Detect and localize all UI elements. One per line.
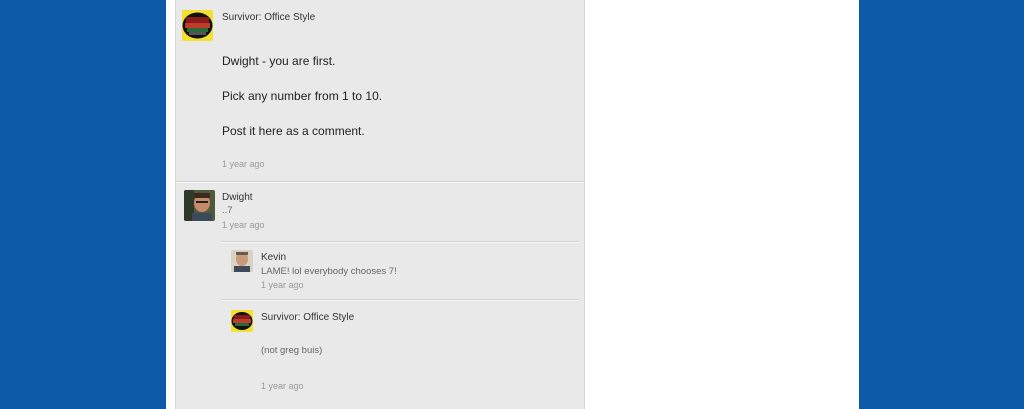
survivor-logo-avatar[interactable] [182,10,213,41]
reply: Kevin LAME! lol everybody chooses 7! 1 y… [176,243,584,300]
main-post: Survivor: Office Style Dwight - you are … [176,0,584,181]
reply-author[interactable]: Survivor: Office Style [261,312,354,323]
reply-timestamp[interactable]: 1 year ago [261,280,304,290]
page-content: Survivor: Office Style Dwight - you are … [166,0,859,409]
reply-text: (not greg buis) [261,345,323,356]
comment-author[interactable]: Dwight [222,192,253,203]
post-line-1: Dwight - you are first. [222,54,336,68]
comment-timestamp[interactable]: 1 year ago [222,220,265,230]
post-timestamp[interactable]: 1 year ago [222,159,265,169]
comment: Dwight ..7 1 year ago [176,183,584,243]
reply-author[interactable]: Kevin [261,252,286,263]
kevin-avatar[interactable] [231,250,253,272]
post-line-2: Pick any number from 1 to 10. [222,89,383,103]
comment-text: ..7 [222,205,233,216]
survivor-logo-avatar[interactable] [231,310,253,332]
post-line-3: Post it here as a comment. [222,124,365,138]
post-author[interactable]: Survivor: Office Style [222,12,315,23]
comment-feed: Survivor: Office Style Dwight - you are … [175,0,585,409]
reply-text: LAME! lol everybody chooses 7! [261,266,397,277]
reply: Survivor: Office Style (not greg buis) 1… [176,301,584,409]
reply-timestamp[interactable]: 1 year ago [261,381,304,391]
dwight-avatar[interactable] [184,190,215,221]
